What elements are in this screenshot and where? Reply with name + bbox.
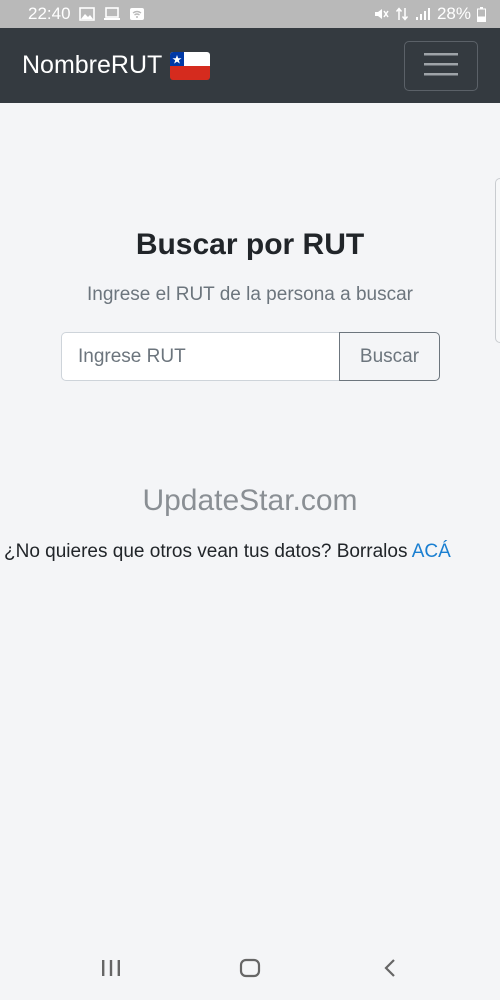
data-transfer-icon — [395, 6, 409, 22]
privacy-notice: ¿No quieres que otros vean tus datos? Bo… — [4, 541, 451, 563]
delete-data-link[interactable]: ACÁ — [412, 541, 451, 562]
android-navigation-bar — [0, 940, 500, 1000]
navbar: NombreRUT — [0, 28, 500, 103]
recents-icon — [100, 959, 122, 982]
chile-flag-icon — [170, 51, 211, 80]
signal-icon — [415, 7, 431, 21]
back-icon — [382, 958, 398, 983]
search-button[interactable]: Buscar — [339, 332, 440, 381]
page-title: Buscar por RUT — [135, 228, 365, 261]
battery-icon — [477, 6, 486, 22]
recents-button[interactable] — [96, 955, 126, 985]
mute-icon — [373, 7, 389, 21]
page-subtitle: Ingrese el RUT de la persona a buscar — [87, 284, 413, 305]
brand-link[interactable]: NombreRUT — [22, 51, 211, 80]
back-button[interactable] — [375, 955, 405, 985]
battery-percentage: 28% — [436, 4, 471, 23]
gallery-notification-icon — [78, 7, 95, 21]
status-time: 22:40 — [28, 4, 71, 23]
watermark: UpdateStar.com — [142, 484, 358, 517]
menu-toggle-button[interactable] — [404, 40, 478, 91]
rut-search-input[interactable] — [61, 332, 339, 381]
home-button[interactable] — [235, 955, 265, 985]
status-left: 22:40 — [28, 4, 145, 24]
privacy-notice-text: ¿No quieres que otros vean tus datos? Bo… — [4, 541, 412, 562]
laptop-notification-icon — [103, 7, 121, 21]
screen: 22:40 28% NombreRUT Buscar por RUT Ingre… — [0, 0, 500, 1000]
brand-name: NombreRUT — [22, 51, 163, 79]
status-bar: 22:40 28% — [0, 0, 500, 28]
hamburger-icon — [424, 52, 458, 79]
home-icon — [239, 958, 261, 983]
status-right: 28% — [373, 4, 486, 24]
wifi-notification-icon — [129, 7, 145, 21]
search-group: Buscar — [61, 332, 440, 381]
